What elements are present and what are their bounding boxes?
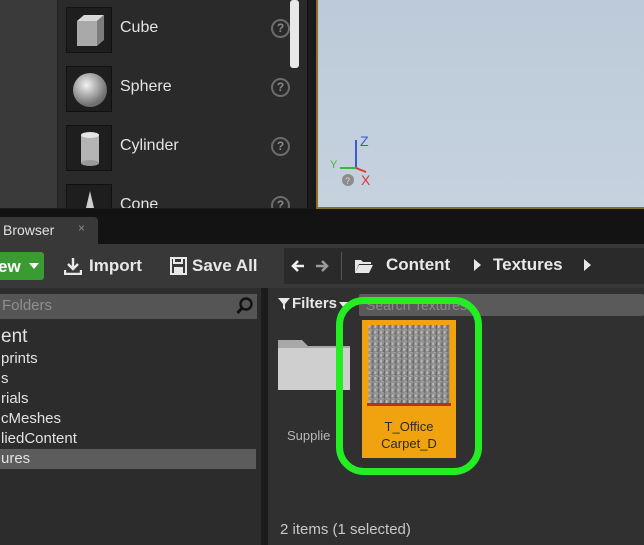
tree-item-textures[interactable]: ures (0, 449, 256, 469)
chevron-down-icon (29, 263, 39, 269)
path-bar: Content Textures (284, 248, 644, 284)
back-arrow-icon[interactable] (290, 258, 306, 274)
folder-search-input[interactable]: Folders (0, 294, 257, 319)
tree-item-content[interactable]: ent (0, 325, 256, 349)
scrollbar-thumb[interactable] (290, 0, 299, 68)
cube-icon (66, 7, 112, 53)
axis-x-label: X (361, 172, 371, 188)
highlight-annotation (336, 297, 482, 475)
save-all-button[interactable]: Save All (168, 252, 268, 280)
download-icon (64, 258, 82, 275)
tab-content-browser[interactable]: Browser × (0, 217, 98, 244)
sphere-icon (66, 66, 112, 112)
cylinder-icon (66, 125, 112, 171)
place-item-label: Cone (120, 196, 159, 208)
tree-item-folder[interactable]: s (0, 369, 256, 389)
tree-item-supplied-content[interactable]: liedContent (0, 429, 256, 449)
folder-open-icon (355, 260, 373, 273)
item-count-status: 2 items (1 selected) (280, 521, 411, 538)
forward-arrow-icon[interactable] (314, 258, 330, 274)
place-item-cone[interactable]: Cone ? (62, 180, 290, 208)
import-button[interactable]: Import (62, 252, 148, 280)
axis-z-label: Z (360, 133, 369, 149)
search-icon[interactable] (236, 297, 254, 315)
tree-item-blueprints[interactable]: prints (0, 349, 256, 369)
place-item-cube[interactable]: Cube ? (62, 3, 290, 57)
tab-label: Browser (3, 222, 55, 238)
filter-icon (278, 298, 290, 310)
place-item-label: Cube (120, 19, 159, 36)
add-new-button[interactable]: ew (0, 252, 44, 280)
divider (341, 252, 342, 280)
place-category-strip (0, 0, 58, 208)
chevron-right-icon[interactable] (474, 259, 481, 271)
breadcrumb-content[interactable]: Content (386, 255, 450, 275)
chevron-right-icon[interactable] (584, 259, 591, 271)
help-icon[interactable]: ? (271, 137, 290, 156)
save-icon (170, 257, 187, 275)
folder-search-placeholder: Folders (2, 297, 53, 314)
tree-item-materials[interactable]: rials (0, 389, 256, 409)
place-item-sphere[interactable]: Sphere ? (62, 62, 290, 116)
save-all-label: Save All (192, 256, 258, 275)
axis-y-label: Y (330, 159, 338, 171)
filters-label: Filters (292, 295, 338, 312)
close-icon[interactable]: × (78, 221, 85, 235)
folder-asset-label: Supplie (287, 428, 331, 443)
add-new-label: ew (0, 257, 21, 276)
place-item-cylinder[interactable]: Cylinder ? (62, 121, 290, 175)
breadcrumb-textures[interactable]: Textures (493, 255, 563, 275)
import-label: Import (89, 256, 142, 275)
level-viewport[interactable]: ? Z X Y (316, 0, 644, 209)
help-icon[interactable]: ? (271, 19, 290, 38)
place-item-label: Cylinder (120, 137, 179, 154)
place-item-label: Sphere (120, 78, 172, 95)
tree-item-static-meshes[interactable]: cMeshes (0, 409, 256, 429)
cone-icon (66, 184, 112, 208)
svg-text:?: ? (345, 176, 350, 186)
help-icon[interactable]: ? (271, 78, 290, 97)
help-icon[interactable]: ? (271, 196, 290, 208)
